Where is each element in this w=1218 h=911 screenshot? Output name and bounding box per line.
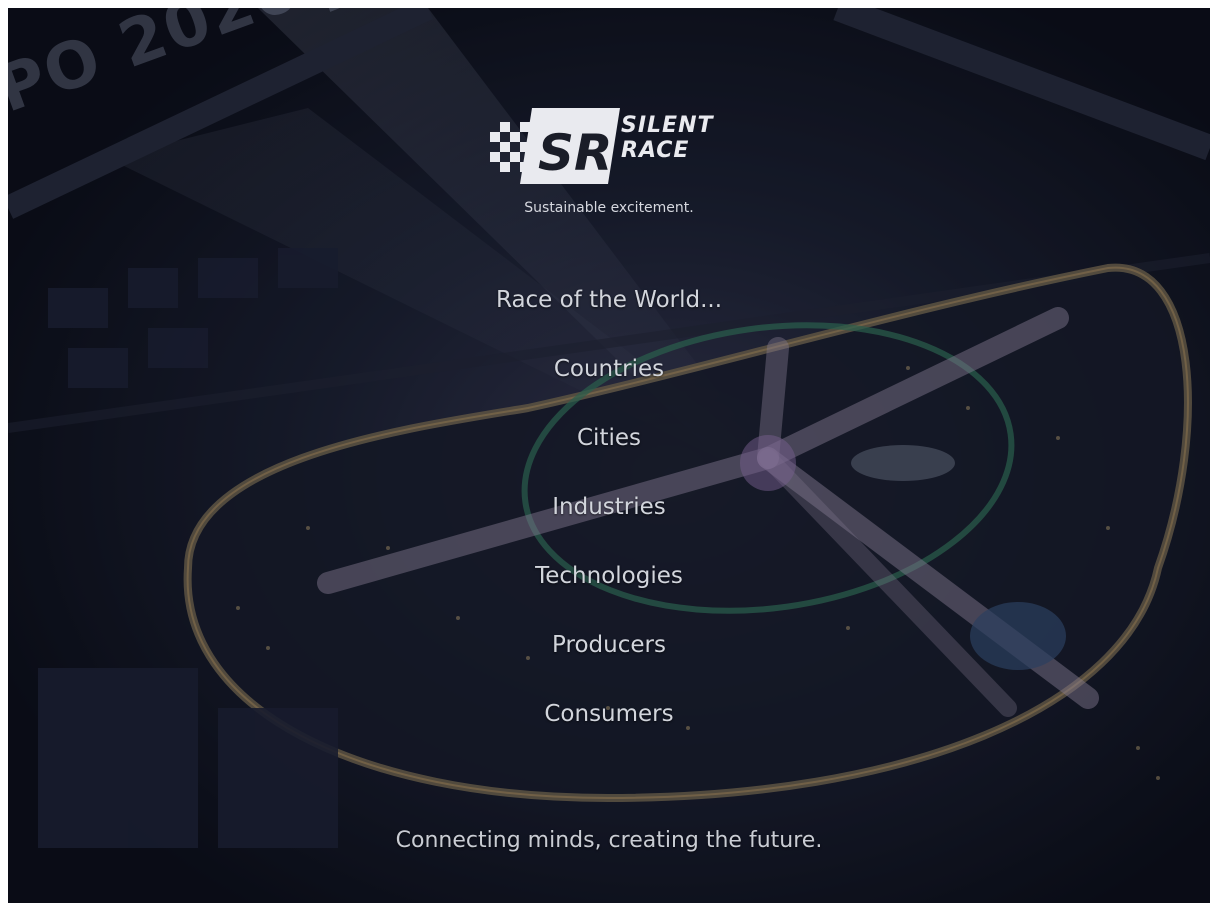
menu-item-industries[interactable]: Industries	[0, 491, 1218, 560]
menu-item-technologies[interactable]: Technologies	[0, 560, 1218, 629]
logo-word-bottom: RACE	[621, 138, 690, 163]
logo-word-top: SILENT	[621, 113, 714, 138]
menu-item-producers[interactable]: Producers	[0, 629, 1218, 698]
logo-tagline: Sustainable excitement.	[524, 200, 694, 216]
sr-monogram-icon: SR	[490, 108, 620, 184]
menu-item-countries[interactable]: Countries	[0, 353, 1218, 422]
menu-item-race-of-the-world[interactable]: Race of the World...	[0, 284, 1218, 353]
menu-item-consumers[interactable]: Consumers	[0, 698, 1218, 767]
logo-monogram-text: SR	[538, 124, 613, 182]
main-menu: Race of the World... Countries Cities In…	[0, 284, 1218, 767]
footer-slogan: Connecting minds, creating the future.	[395, 828, 823, 853]
menu-item-cities[interactable]: Cities	[0, 422, 1218, 491]
